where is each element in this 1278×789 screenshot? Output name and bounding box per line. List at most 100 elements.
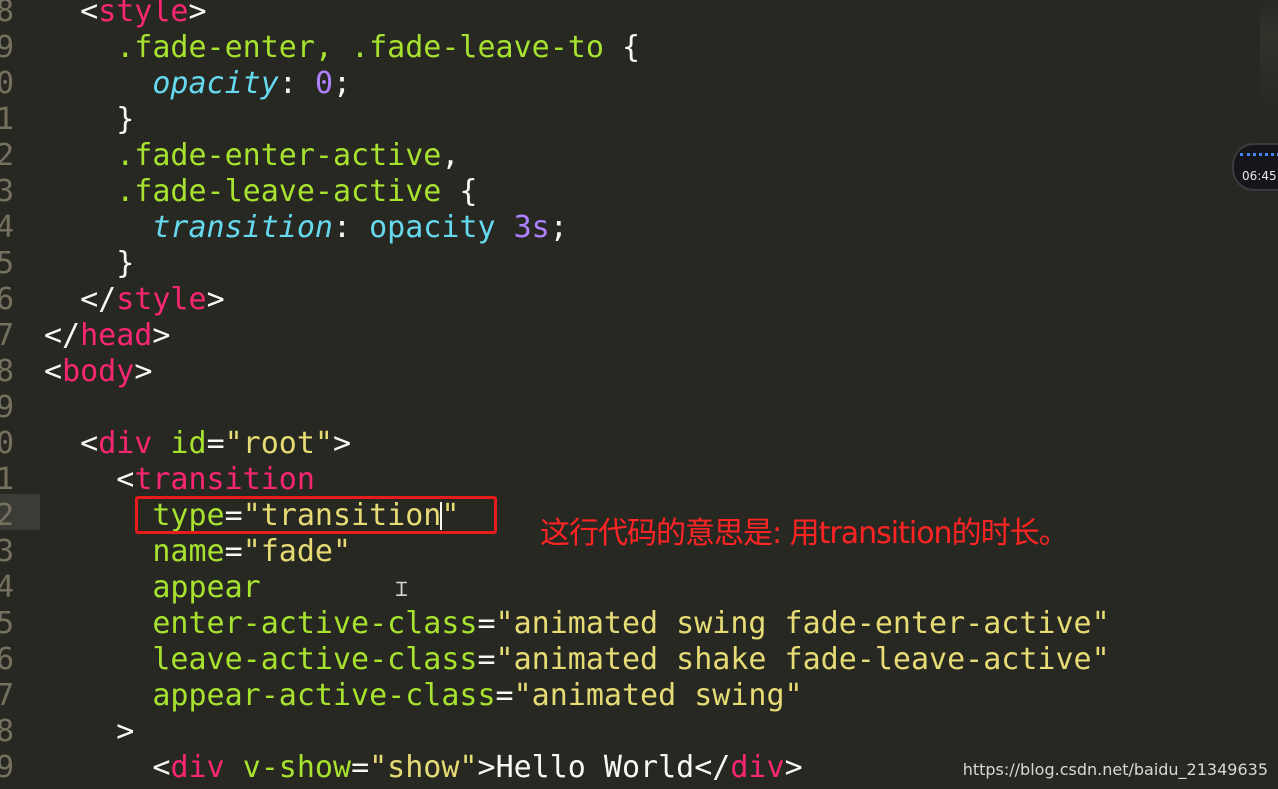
code-content[interactable]: <transition bbox=[44, 462, 315, 498]
code-token: > bbox=[134, 354, 153, 389]
code-token: "root" bbox=[224, 426, 333, 461]
line-number: 7 bbox=[0, 318, 14, 353]
code-token: ; bbox=[549, 210, 568, 245]
code-content[interactable]: <div id="root"> bbox=[44, 426, 351, 462]
code-content[interactable]: .fade-enter-active, bbox=[44, 138, 459, 174]
code-token: .fade-leave-active bbox=[116, 174, 460, 209]
line-number: 8 bbox=[0, 714, 14, 749]
code-token: > bbox=[784, 750, 803, 785]
code-content[interactable]: leave-active-class="animated shake fade-… bbox=[44, 642, 1110, 678]
code-content[interactable]: } bbox=[44, 102, 134, 138]
code-token: { bbox=[621, 30, 641, 65]
code-token: .fade-enter, .fade-leave-to bbox=[116, 30, 622, 65]
code-token: appear-active-class bbox=[152, 678, 496, 713]
code-content[interactable]: opacity: 0; bbox=[44, 66, 351, 102]
code-token: > bbox=[188, 0, 207, 29]
code-token: 3s bbox=[513, 210, 550, 245]
code-token: opacity bbox=[152, 66, 279, 101]
code-token: "animated swing" bbox=[513, 678, 803, 713]
code-token: > bbox=[206, 282, 225, 317]
recording-time: 06:45 bbox=[1242, 169, 1277, 183]
code-content[interactable]: appear bbox=[44, 570, 261, 606]
code-token: .fade-enter-active bbox=[116, 138, 442, 173]
code-token: < bbox=[152, 750, 171, 785]
minimap-strip bbox=[1260, 0, 1278, 110]
code-content[interactable]: .fade-enter, .fade-leave-to { bbox=[44, 30, 640, 66]
code-token: = bbox=[477, 606, 496, 641]
code-token: style bbox=[116, 282, 207, 317]
code-token: 0 bbox=[314, 66, 333, 101]
line-number: 1 bbox=[0, 462, 14, 497]
code-token: </ bbox=[80, 282, 117, 317]
line-number: 3 bbox=[0, 174, 14, 209]
code-token: = bbox=[206, 426, 225, 461]
line-number: 7 bbox=[0, 678, 14, 713]
code-token: "show" bbox=[369, 750, 478, 785]
code-content[interactable]: .fade-leave-active { bbox=[44, 174, 477, 210]
annotation-text: 这行代码的意思是: 用transition的时长。 bbox=[540, 516, 1069, 551]
text-cursor-icon: Ɪ bbox=[396, 577, 408, 601]
code-token: "animated shake fade-leave-active" bbox=[495, 642, 1110, 677]
annotation-highlight-box bbox=[135, 496, 497, 534]
code-token: div bbox=[730, 750, 785, 785]
code-content[interactable]: } bbox=[44, 246, 134, 282]
code-token: body bbox=[62, 354, 135, 389]
line-number: 5 bbox=[0, 606, 14, 641]
code-token: = bbox=[224, 534, 243, 569]
code-token: </ bbox=[694, 750, 731, 785]
code-token: = bbox=[477, 642, 496, 677]
code-content[interactable]: </style> bbox=[44, 282, 225, 318]
code-token: = bbox=[351, 750, 370, 785]
code-token: < bbox=[80, 426, 99, 461]
code-content[interactable]: appear-active-class="animated swing" bbox=[44, 678, 803, 714]
code-token: appear bbox=[152, 570, 261, 605]
line-number: 6 bbox=[0, 282, 14, 317]
code-content[interactable]: </head> bbox=[44, 318, 170, 354]
code-token: > bbox=[152, 318, 171, 353]
code-content[interactable]: <style> bbox=[44, 0, 207, 30]
recording-timer-badge[interactable]: 06:45 bbox=[1232, 143, 1278, 191]
code-token: style bbox=[98, 0, 189, 29]
code-token: head bbox=[80, 318, 153, 353]
line-number: 9 bbox=[0, 390, 14, 425]
code-token: opacity bbox=[369, 210, 514, 245]
code-token: "fade" bbox=[242, 534, 352, 569]
code-content[interactable]: enter-active-class="animated swing fade-… bbox=[44, 606, 1109, 642]
code-token: > bbox=[477, 750, 496, 785]
code-token: } bbox=[116, 102, 135, 137]
code-token: Hello World bbox=[495, 750, 695, 785]
code-token: > bbox=[333, 426, 352, 461]
watermark-url: https://blog.csdn.net/baidu_21349635 bbox=[962, 760, 1268, 779]
line-number: 8 bbox=[0, 0, 14, 29]
code-content[interactable]: name="fade" bbox=[44, 534, 351, 570]
code-token: transition bbox=[134, 462, 315, 497]
line-number: 1 bbox=[0, 102, 14, 137]
code-content[interactable]: <div v-show="show">Hello World</div> bbox=[44, 750, 803, 786]
code-content[interactable]: <body> bbox=[44, 354, 152, 390]
line-number: 8 bbox=[0, 354, 14, 389]
code-token: < bbox=[116, 462, 135, 497]
code-token: div bbox=[98, 426, 153, 461]
code-token: leave-active-class bbox=[152, 642, 478, 677]
code-editor[interactable]: 8 <style> 9 .fade-enter, .fade-leave-to {… bbox=[0, 0, 1278, 789]
code-content[interactable]: > bbox=[44, 714, 134, 750]
code-token: : bbox=[333, 210, 370, 245]
code-token: } bbox=[116, 246, 135, 281]
code-content[interactable]: transition: opacity 3s; bbox=[44, 210, 568, 246]
line-number: 0 bbox=[0, 66, 14, 101]
code-token: ; bbox=[333, 66, 352, 101]
code-token: enter-active-class bbox=[152, 606, 478, 641]
code-token: transition bbox=[152, 210, 333, 245]
